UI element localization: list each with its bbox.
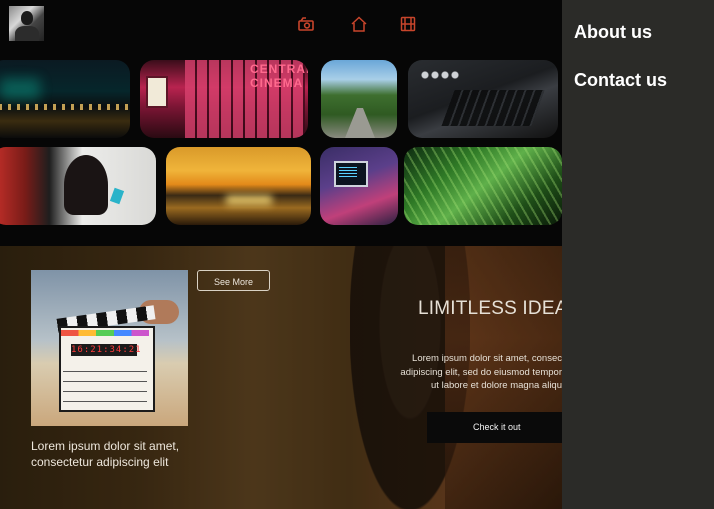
clapper-lines — [63, 362, 147, 402]
avatar-head-shape — [21, 11, 33, 25]
keyboard-shape — [441, 90, 545, 126]
about-us-link[interactable]: About us — [574, 22, 652, 43]
hero-section: 16:21:34:21 See More Lorem ipsum dolor s… — [0, 246, 562, 509]
leaf-pattern — [404, 147, 562, 225]
clapper-color-bar — [61, 330, 149, 336]
clapper-timecode: 16:21:34:21 — [71, 344, 142, 356]
harbor-glow — [0, 78, 40, 100]
laptop-code-photo[interactable] — [320, 147, 398, 225]
cinema-sign: CENTRAL CINEMA — [250, 62, 308, 90]
hero-title: LIMITLESS IDEA — [418, 298, 562, 319]
mixer-knobs — [420, 70, 460, 80]
night-harbor-photo[interactable] — [0, 60, 130, 138]
hero-description: Lorem ipsum dolor sit amet, consec adipi… — [362, 352, 562, 393]
home-icon[interactable] — [350, 15, 368, 33]
user-avatar[interactable] — [9, 6, 44, 41]
palm-leaves-photo[interactable] — [404, 147, 562, 225]
phone-shape — [109, 187, 125, 205]
side-menu: About us Contact us — [562, 0, 714, 509]
road-shape — [345, 108, 375, 138]
hero-caption: Lorem ipsum dolor sit amet, consectetur … — [31, 439, 180, 469]
hero-description-line: ut labore et dolore magna aliqu — [431, 380, 562, 391]
contact-us-link[interactable]: Contact us — [574, 70, 667, 91]
editing-desk-photo[interactable] — [408, 60, 558, 138]
clapperboard-photo: 16:21:34:21 — [31, 270, 188, 426]
sunset-beach-photo[interactable] — [166, 147, 311, 225]
avatar-body-shape — [15, 26, 39, 41]
check-it-out-button[interactable]: Check it out — [427, 412, 562, 443]
camera-icon[interactable] — [297, 15, 315, 33]
harbor-lights — [0, 104, 130, 110]
hero-description-line: adipiscing elit, sed do eiusmod tempor — [400, 366, 562, 378]
central-cinema-photo[interactable]: CENTRAL CINEMA — [140, 60, 308, 138]
forest-road-photo[interactable] — [321, 60, 397, 138]
sun-reflection — [226, 195, 272, 205]
hero-description-line: Lorem ipsum dolor sit amet, consec — [412, 353, 562, 364]
see-more-button[interactable]: See More — [197, 270, 270, 291]
film-icon[interactable] — [399, 15, 417, 33]
main-content: CENTRAL CINEMA 16:21:34:21 See More Lore — [0, 0, 562, 509]
camera-crew-photo[interactable] — [0, 147, 156, 225]
laptop-screen — [334, 161, 368, 187]
cinema-poster — [146, 76, 168, 108]
crew-person — [64, 155, 108, 215]
top-navigation-bar — [0, 0, 562, 50]
